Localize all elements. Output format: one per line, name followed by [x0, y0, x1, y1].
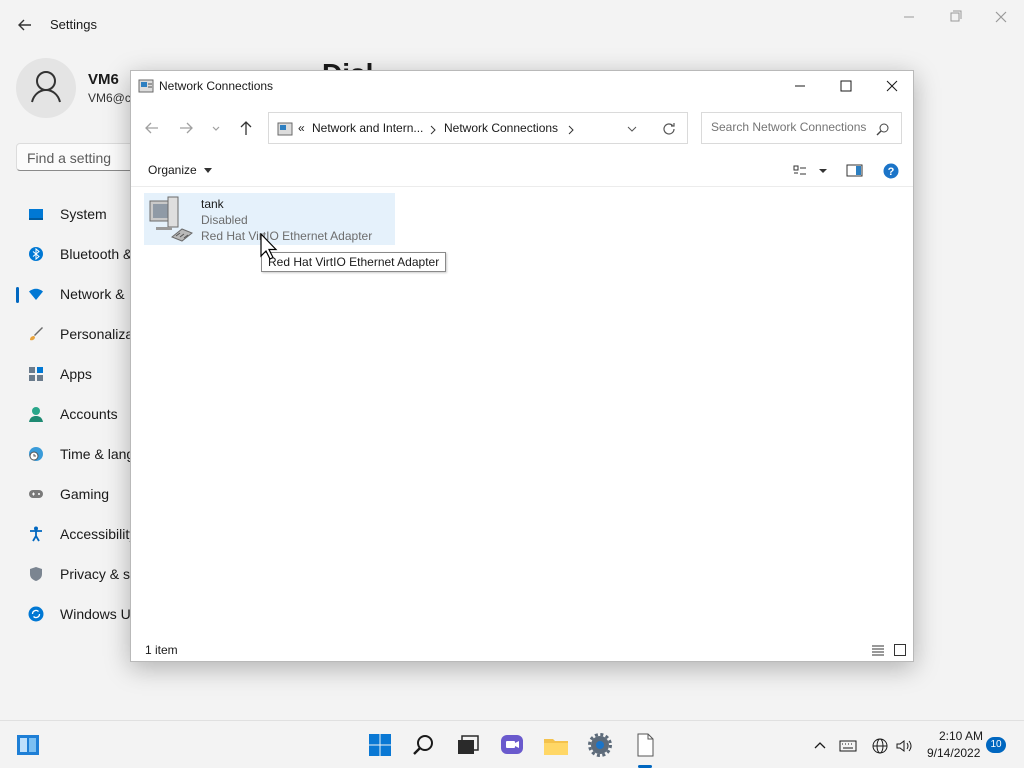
user-email: VM6@c — [88, 91, 131, 105]
bluetooth-icon — [29, 247, 43, 261]
refresh-icon[interactable] — [661, 121, 677, 137]
view-options-caret-icon[interactable] — [815, 163, 833, 179]
file-explorer-icon[interactable] — [542, 731, 570, 759]
search-icon[interactable] — [410, 731, 438, 759]
maximize-button[interactable] — [823, 71, 869, 101]
minimize-button[interactable] — [777, 71, 823, 101]
search-box[interactable] — [701, 112, 902, 144]
find-setting-input[interactable]: Find a setting — [16, 143, 146, 171]
task-view-icon[interactable] — [454, 731, 482, 759]
monitor-icon — [29, 209, 43, 220]
apps-icon — [29, 367, 43, 381]
minimize-icon — [795, 85, 805, 87]
back-arrow-icon[interactable] — [16, 16, 34, 34]
window-title: Network Connections — [159, 79, 274, 93]
toolbar-divider — [131, 186, 913, 187]
address-bar[interactable]: « Network and Intern... Network Connecti… — [268, 112, 688, 144]
forward-arrow-icon[interactable] — [175, 117, 197, 139]
accessibility-icon — [30, 526, 42, 542]
network-folder-icon — [138, 79, 154, 93]
keyboard-icon[interactable] — [839, 737, 857, 755]
clock-date[interactable]: 9/14/2022 — [927, 746, 980, 760]
preview-pane-icon[interactable] — [846, 163, 864, 179]
widgets-icon[interactable] — [14, 731, 42, 759]
clock-time[interactable]: 2:10 AM — [939, 729, 983, 743]
chevron-down-icon[interactable] — [626, 124, 638, 134]
user-name: VM6 — [88, 71, 119, 88]
find-setting-placeholder: Find a setting — [27, 150, 112, 166]
adapter-device: Red Hat VirtIO Ethernet Adapter — [201, 229, 373, 243]
up-arrow-icon[interactable] — [235, 117, 257, 139]
chevron-right-icon[interactable] — [567, 125, 575, 135]
help-icon[interactable]: ? — [882, 163, 900, 179]
search-input[interactable] — [709, 119, 873, 135]
close-icon — [886, 80, 898, 92]
breadcrumb-overflow[interactable]: « — [298, 121, 305, 135]
close-button[interactable] — [869, 71, 915, 101]
breadcrumb-network-connections[interactable]: Network Connections — [444, 121, 558, 135]
speaker-icon[interactable] — [895, 737, 913, 755]
settings-title: Settings — [50, 17, 97, 32]
shield-icon — [30, 567, 42, 581]
globe-network-icon[interactable] — [871, 737, 889, 755]
start-icon[interactable] — [366, 731, 394, 759]
tooltip: Red Hat VirtIO Ethernet Adapter — [261, 252, 447, 272]
organize-menu[interactable]: Organize — [148, 163, 213, 177]
settings-gear-icon[interactable] — [586, 731, 614, 759]
large-icons-view-icon[interactable] — [893, 643, 907, 657]
notification-badge[interactable]: 10 — [986, 737, 1006, 753]
network-adapter-icon — [149, 196, 193, 242]
sync-icon — [28, 606, 44, 622]
network-folder-icon — [277, 122, 293, 136]
person-icon — [29, 407, 43, 422]
item-count: 1 item — [145, 643, 178, 657]
person-icon — [31, 71, 61, 103]
wifi-icon — [29, 288, 43, 300]
close-icon[interactable] — [990, 8, 1012, 26]
restore-icon[interactable] — [944, 8, 966, 26]
caret-down-icon — [204, 168, 213, 173]
network-connections-window: Network Connections « Network and Intern… — [130, 70, 914, 662]
gamepad-icon — [29, 490, 43, 498]
document-icon[interactable] — [631, 731, 659, 759]
change-view-icon[interactable] — [792, 163, 810, 179]
organize-label: Organize — [148, 163, 197, 177]
avatar — [16, 58, 76, 118]
adapter-name: tank — [201, 197, 224, 211]
adapter-status: Disabled — [201, 213, 248, 227]
maximize-icon — [840, 80, 852, 92]
chat-icon[interactable] — [498, 731, 526, 759]
chevron-right-icon[interactable] — [429, 125, 437, 135]
back-arrow-icon[interactable] — [141, 117, 163, 139]
details-view-icon[interactable] — [871, 643, 885, 657]
taskbar: 2:10 AM 9/14/2022 10 — [0, 720, 1024, 768]
minimize-icon[interactable] — [898, 8, 920, 26]
chevron-up-icon[interactable] — [811, 737, 829, 755]
recent-locations-chevron-icon[interactable] — [205, 117, 227, 139]
mouse-cursor-icon — [260, 233, 278, 260]
breadcrumb-network-internet[interactable]: Network and Intern... — [312, 121, 423, 135]
clock-globe-icon — [29, 447, 43, 461]
brush-icon — [30, 327, 43, 341]
search-icon[interactable] — [876, 122, 890, 136]
svg-text:?: ? — [888, 166, 895, 178]
